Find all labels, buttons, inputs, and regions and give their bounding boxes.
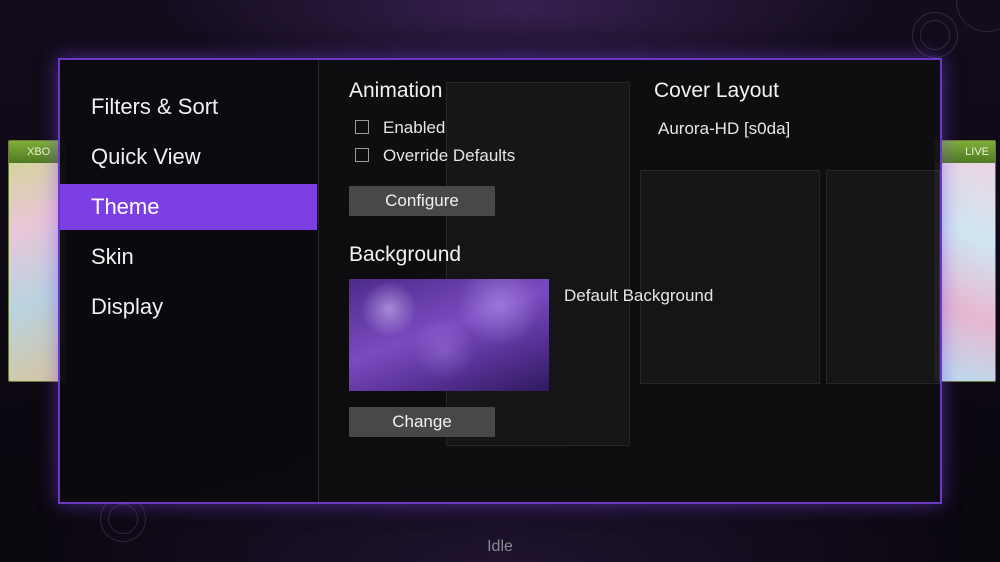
decorative-ring — [920, 20, 950, 50]
background-cover-ghost — [640, 170, 820, 384]
decorative-ring — [956, 0, 1000, 32]
settings-panel: Filters & Sort Quick View Theme Skin Dis… — [58, 58, 942, 504]
background-game-cover-right: LIVE — [934, 140, 996, 382]
enabled-label: Enabled — [383, 118, 446, 137]
animation-heading: Animation — [349, 79, 443, 102]
sidebar-item-label: Display — [91, 294, 164, 319]
background-cover-ghost — [446, 82, 630, 446]
background-heading: Background — [349, 243, 462, 266]
background-value: Default Background — [564, 286, 714, 305]
dashboard-background: XBO LIVE Filters & Sort Quick View Theme… — [0, 0, 1000, 562]
override-defaults-checkbox[interactable] — [355, 148, 369, 163]
override-defaults-label: Override Defaults — [383, 146, 516, 165]
status-text: Idle — [487, 538, 513, 555]
cover-badge: LIVE — [935, 141, 995, 163]
override-defaults-checkbox-row[interactable]: Override Defaults — [355, 144, 515, 168]
change-background-button[interactable]: Change — [349, 407, 495, 437]
cover-layout-heading: Cover Layout — [654, 79, 779, 102]
configure-button[interactable]: Configure — [349, 186, 495, 216]
enabled-checkbox[interactable] — [355, 120, 369, 135]
sidebar-item-label: Skin — [91, 244, 134, 269]
settings-sidebar: Filters & Sort Quick View Theme Skin Dis… — [60, 60, 319, 502]
cover-badge: XBO — [9, 141, 65, 163]
sidebar-item-quick-view[interactable]: Quick View — [60, 134, 317, 180]
sidebar-item-label: Filters & Sort — [91, 94, 219, 119]
decorative-ring — [108, 504, 138, 534]
sidebar-item-display[interactable]: Display — [60, 284, 317, 330]
sidebar-item-label: Theme — [91, 194, 160, 219]
background-preview-thumbnail — [349, 279, 549, 391]
sidebar-item-label: Quick View — [91, 144, 201, 169]
cover-layout-value[interactable]: Aurora-HD [s0da] — [658, 119, 790, 139]
sidebar-item-filters-sort[interactable]: Filters & Sort — [60, 84, 317, 130]
sidebar-item-theme[interactable]: Theme — [60, 184, 317, 230]
background-cover-ghost — [826, 170, 940, 384]
enabled-checkbox-row[interactable]: Enabled — [355, 116, 445, 140]
sidebar-item-skin[interactable]: Skin — [60, 234, 317, 280]
